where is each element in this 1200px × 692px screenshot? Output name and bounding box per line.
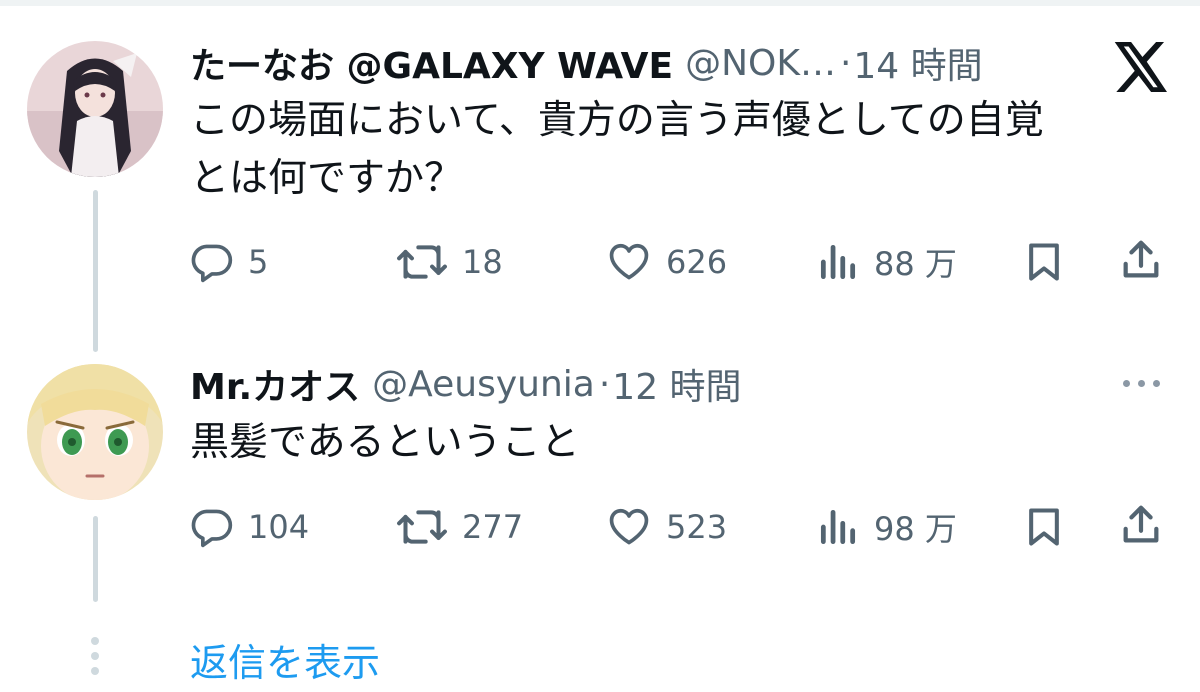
tweet-text-line: とは何ですか？ — [190, 156, 464, 201]
bookmark-icon — [1022, 243, 1066, 290]
reply-icon — [190, 240, 234, 284]
reply-button[interactable]: 5 — [190, 238, 268, 286]
views-icon — [816, 505, 860, 549]
tweet-text-line: この場面において、貴方の言う声優としての自覚 — [190, 98, 1044, 143]
more-icon[interactable] — [1123, 380, 1160, 387]
show-replies-link[interactable]: 返信を表示 — [190, 632, 380, 687]
timestamp[interactable]: 14 時間 — [853, 37, 982, 89]
views-button[interactable]: 98 万 — [816, 503, 957, 551]
retweet-button[interactable]: 18 — [396, 238, 503, 286]
views-count: 88 万 — [874, 245, 957, 283]
x-logo-icon — [1114, 42, 1170, 92]
share-button[interactable] — [1118, 501, 1164, 553]
share-icon — [1118, 505, 1164, 553]
views-icon — [816, 240, 860, 284]
tweet-header: たーなお @GALAXY WAVE @NOK… · 14 時間 — [190, 33, 983, 93]
retweet-button[interactable]: 277 — [396, 503, 523, 551]
display-name[interactable]: Mr.カオス — [190, 358, 360, 410]
thread-line — [93, 190, 98, 352]
views-button[interactable]: 88 万 — [816, 238, 957, 286]
user-handle[interactable]: @NOK… — [685, 43, 836, 84]
tweet-header: Mr.カオス @Aeusyunia · 12 時間 — [190, 354, 742, 414]
retweet-count: 18 — [462, 243, 503, 281]
user-handle[interactable]: @Aeusyunia — [372, 364, 595, 405]
bookmark-button[interactable] — [1022, 503, 1066, 555]
display-name[interactable]: たーなお @GALAXY WAVE — [190, 37, 673, 89]
like-button[interactable]: 523 — [606, 503, 727, 551]
like-icon — [606, 240, 652, 284]
top-divider — [0, 0, 1200, 6]
thread-line — [93, 516, 98, 602]
reply-count: 5 — [248, 243, 269, 281]
avatar-image — [27, 41, 163, 177]
like-count: 626 — [666, 243, 728, 281]
reply-count: 104 — [248, 508, 310, 546]
reply-button[interactable]: 104 — [190, 503, 309, 551]
tweet-text: この場面において、貴方の言う声優としての自覚 とは何ですか？ — [190, 92, 1044, 208]
avatar-image — [27, 364, 163, 500]
like-button[interactable]: 626 — [606, 238, 727, 286]
avatar[interactable] — [27, 41, 163, 177]
retweet-count: 277 — [462, 508, 524, 546]
separator: · — [598, 363, 611, 405]
retweet-icon — [396, 240, 448, 284]
share-icon — [1118, 240, 1164, 288]
avatar[interactable] — [27, 364, 163, 500]
bookmark-icon — [1022, 508, 1066, 555]
tweet-text-line: 黒髪であるということ — [190, 420, 580, 465]
like-count: 523 — [666, 508, 728, 546]
bookmark-button[interactable] — [1022, 238, 1066, 290]
views-count: 98 万 — [874, 510, 957, 548]
timestamp[interactable]: 12 時間 — [612, 358, 741, 410]
reply-icon — [190, 505, 234, 549]
share-button[interactable] — [1118, 236, 1164, 288]
like-icon — [606, 505, 652, 549]
retweet-icon — [396, 505, 448, 549]
tweet-text: 黒髪であるということ — [190, 414, 580, 472]
thread-continuation-dots — [91, 637, 99, 675]
separator: · — [839, 42, 852, 84]
